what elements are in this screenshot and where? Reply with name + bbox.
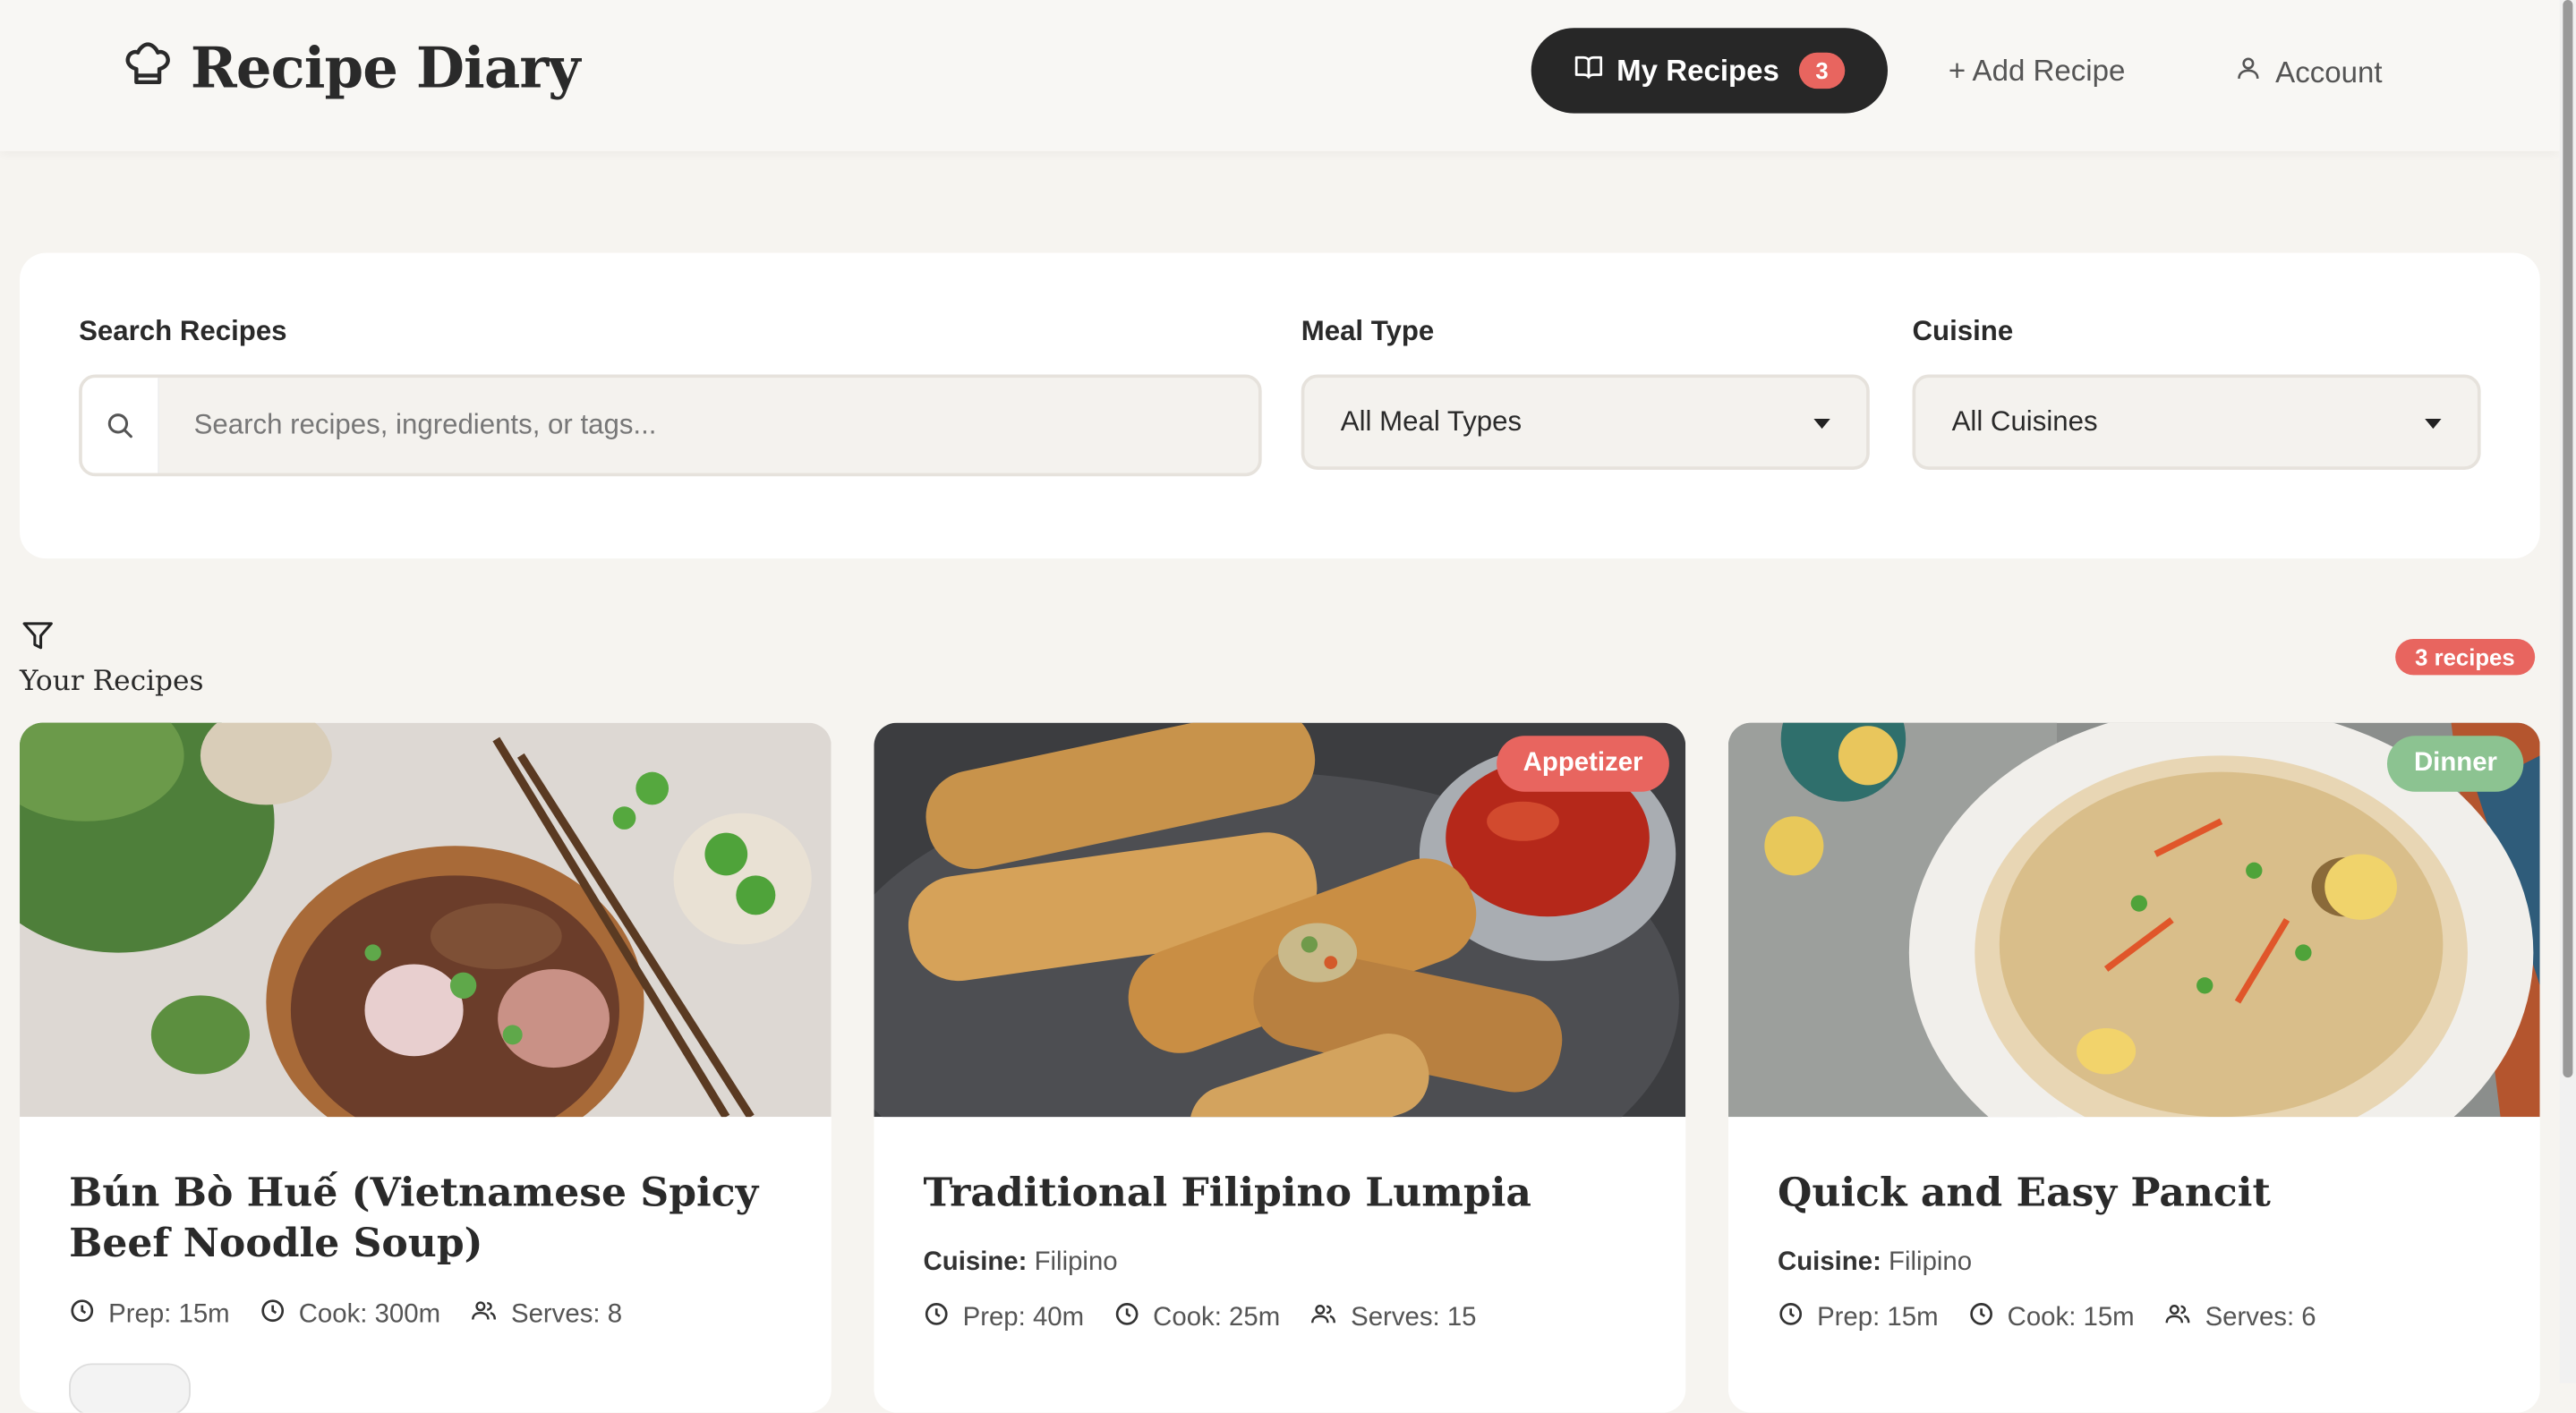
top-header: Recipe Diary My Recipes 3 + Add Recipe A… (0, 0, 2560, 151)
prep-time: Prep: 40m (962, 1303, 1085, 1332)
search-box[interactable] (79, 374, 1262, 477)
caret-down-icon (2425, 419, 2442, 430)
serves: Serves: 6 (2205, 1303, 2316, 1332)
cook-time: Cook: 25m (1153, 1303, 1281, 1332)
cook-time: Cook: 300m (298, 1299, 441, 1329)
nav-my-recipes-label: My Recipes (1616, 53, 1779, 87)
clock-icon (924, 1301, 950, 1336)
scrollbar-thumb[interactable] (2563, 0, 2573, 1078)
clock-icon (260, 1298, 286, 1332)
my-recipes-count-badge: 3 (1798, 52, 1845, 89)
recipe-card[interactable]: Appetizer Traditional Filipino Lumpia Cu… (874, 722, 1686, 1413)
caret-down-icon (1813, 419, 1830, 430)
meal-type-value: All Meal Types (1340, 405, 1523, 438)
cuisine-key: Cuisine: (923, 1247, 1028, 1277)
users-icon (470, 1298, 498, 1332)
main-nav: My Recipes 3 + Add Recipe Account (1531, 28, 2383, 114)
cuisine-value: All Cuisines (1951, 405, 2098, 438)
meal-type-tag: Appetizer (1497, 736, 1669, 792)
cuisine-value: Filipino (1889, 1247, 1973, 1277)
app-title: Recipe Diary (190, 36, 581, 102)
recipe-card[interactable]: Dinner Quick and Easy Pancit Cuisine: Fi… (1727, 722, 2540, 1413)
meal-type-label: Meal Type (1301, 315, 1435, 347)
section-header: Your Recipes (20, 617, 204, 699)
users-icon (1309, 1301, 1337, 1336)
users-icon (2164, 1301, 2192, 1336)
section-title: Your Recipes (20, 665, 204, 699)
clock-icon (1113, 1301, 1139, 1336)
meal-type-select[interactable]: All Meal Types (1301, 374, 1870, 470)
nav-account[interactable]: Account (2234, 55, 2383, 90)
nav-add-recipe-label: + Add Recipe (1948, 54, 2126, 88)
cuisine-key: Cuisine: (1778, 1247, 1881, 1277)
book-open-icon (1574, 52, 1603, 89)
page: Recipe Diary My Recipes 3 + Add Recipe A… (0, 0, 2576, 1413)
cuisine-label: Cuisine (1912, 315, 2014, 347)
search-input[interactable] (190, 378, 1249, 473)
user-icon (2234, 55, 2262, 90)
nav-add-recipe[interactable]: + Add Recipe (1949, 55, 2125, 89)
recipe-meta: Prep: 40m Cook: 25m Serves: 15 (924, 1301, 1477, 1336)
recipe-meta: Prep: 15m Cook: 15m Serves: 6 (1778, 1301, 2316, 1336)
recipe-title[interactable]: Traditional Filipino Lumpia (924, 1166, 1647, 1217)
chef-hat-icon (122, 38, 175, 99)
recipe-image (20, 722, 832, 1118)
clock-icon (1968, 1301, 1994, 1336)
serves: Serves: 8 (510, 1299, 623, 1329)
recipe-cuisine: Cuisine: Filipino (1778, 1248, 1972, 1278)
recipe-title[interactable]: Bún Bò Huế (Vietnamese Spicy Beef Noodle… (69, 1166, 792, 1268)
cuisine-select[interactable]: All Cuisines (1912, 374, 2481, 470)
brand[interactable]: Recipe Diary (122, 36, 581, 102)
nav-account-label: Account (2275, 55, 2383, 89)
search-label: Search Recipes (79, 315, 287, 347)
filter-icon[interactable] (20, 622, 55, 660)
recipe-cuisine: Cuisine: Filipino (924, 1248, 1118, 1278)
scrollbar[interactable] (2559, 0, 2576, 1383)
prep-time: Prep: 15m (1817, 1303, 1939, 1332)
clock-icon (69, 1298, 95, 1332)
prep-time: Prep: 15m (108, 1299, 230, 1329)
meal-type-tag: Dinner (2387, 736, 2524, 792)
cook-time: Cook: 15m (2007, 1303, 2135, 1332)
cuisine-value: Filipino (1034, 1247, 1118, 1277)
tag-pill (69, 1363, 191, 1413)
filter-panel: Search Recipes Meal Type All Meal Types … (20, 252, 2540, 559)
search-icon (81, 378, 160, 473)
recipe-count-badge: 3 recipes (2395, 639, 2535, 676)
clock-icon (1778, 1301, 1804, 1336)
recipe-title[interactable]: Quick and Easy Pancit (1778, 1166, 2501, 1217)
recipe-meta: Prep: 15m Cook: 300m Serves: 8 (69, 1298, 622, 1332)
nav-my-recipes[interactable]: My Recipes 3 (1531, 28, 1888, 114)
recipe-card[interactable]: Bún Bò Huế (Vietnamese Spicy Beef Noodle… (20, 722, 832, 1413)
serves: Serves: 15 (1351, 1303, 1477, 1332)
